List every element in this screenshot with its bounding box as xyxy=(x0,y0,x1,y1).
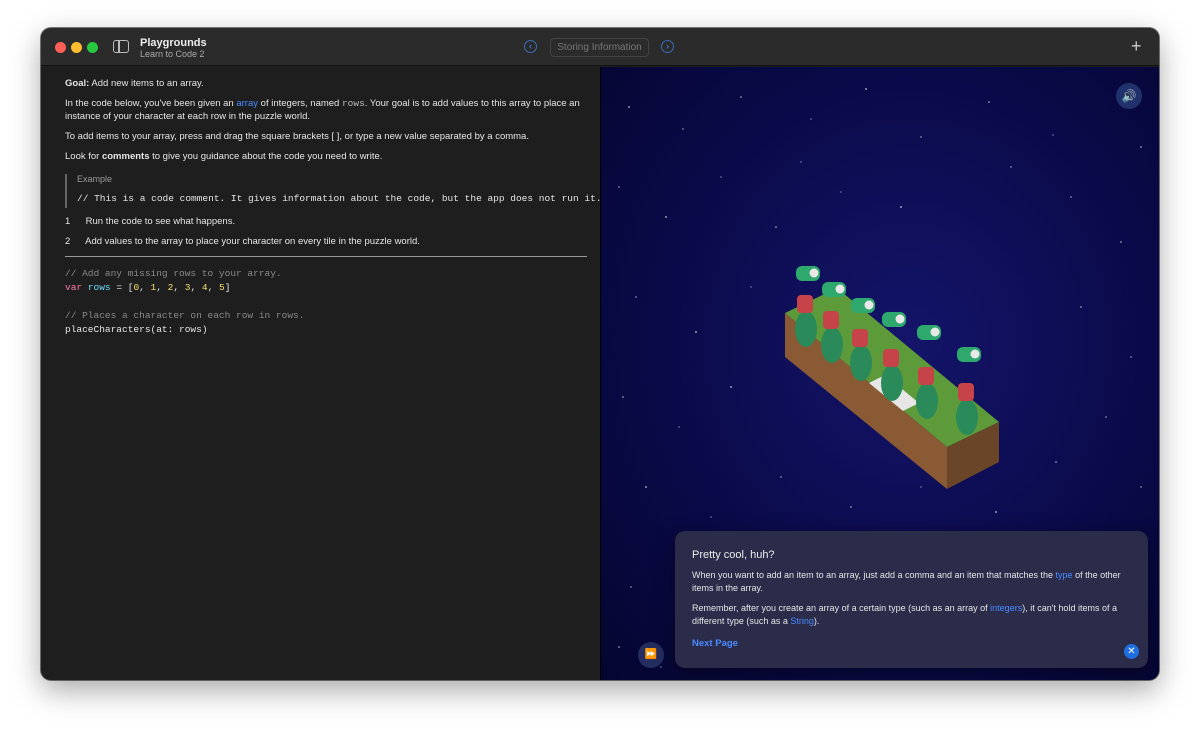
minimize-window-button[interactable] xyxy=(71,42,82,53)
close-icon[interactable]: ✕ xyxy=(1124,644,1139,659)
live-view-pane[interactable]: 🔊 ⏩ Pretty cool, huh? When you want to a… xyxy=(600,67,1159,680)
code-bracket[interactable]: ] xyxy=(225,282,231,293)
p1-text-c: . Your goal is to add values to this arr… xyxy=(364,98,580,109)
chevron-left-icon[interactable]: ‹ xyxy=(524,40,537,53)
card-p2-text-a: Remember, after you create an array of a… xyxy=(692,603,988,613)
example-label: Example xyxy=(77,174,113,184)
app-subtitle: Learn to Code 2 xyxy=(140,49,205,59)
integers-link[interactable]: integers xyxy=(990,603,1022,613)
rows-code: rows xyxy=(341,98,365,109)
example-block: Example // This is a code comment. It gi… xyxy=(65,174,602,208)
code-assign: = [ xyxy=(110,282,134,293)
card-p2-text-c: ). xyxy=(813,616,820,626)
step-number: 2 xyxy=(65,236,71,247)
playgrounds-window: Playgrounds Learn to Code 2 ‹ Storing In… xyxy=(41,28,1159,680)
step-number: 1 xyxy=(65,216,71,227)
speaker-icon[interactable]: 🔊 xyxy=(1116,83,1142,109)
step-2: 2 Add values to the array to place your … xyxy=(65,236,420,247)
next-page-link[interactable]: Next Page xyxy=(692,638,738,649)
step-text: Add values to the array to place your ch… xyxy=(85,236,420,247)
instruction-paragraph-1: In the code below, you've been given an … xyxy=(65,97,585,123)
titlebar: Playgrounds Learn to Code 2 ‹ Storing In… xyxy=(41,28,1159,66)
card-p1-text-a: When you want to add an item to an array… xyxy=(692,570,1054,580)
page-title[interactable]: Storing Information xyxy=(550,38,649,57)
array-link[interactable]: array xyxy=(236,98,258,109)
card-paragraph-1: When you want to add an item to an array… xyxy=(692,569,1137,595)
sidebar-toggle-icon[interactable] xyxy=(113,40,129,53)
instructions-pane: Goal: Add new items to an array. In the … xyxy=(41,67,602,680)
code-comment-1[interactable]: // Add any missing rows to your array. xyxy=(65,268,282,279)
example-code: // This is a code comment. It gives info… xyxy=(77,193,602,204)
card-title: Pretty cool, huh? xyxy=(692,549,775,561)
card-paragraph-2: Remember, after you create an array of a… xyxy=(692,602,1137,628)
code-comment-2[interactable]: // Places a character on each row in row… xyxy=(65,310,304,321)
step-1: 1 Run the code to see what happens. xyxy=(65,216,235,227)
code-keyword: var xyxy=(65,282,83,293)
p1-text-d: instance of your character at each row i… xyxy=(65,111,311,122)
feedback-card: Pretty cool, huh? When you want to add a… xyxy=(675,531,1148,668)
p1-text-b: of integers, named xyxy=(260,98,340,109)
code-call-line[interactable]: placeCharacters(at: rows) xyxy=(65,324,208,335)
chevron-right-icon[interactable]: › xyxy=(661,40,674,53)
p3-text-b: to give you guidance about the code you … xyxy=(152,151,383,162)
fast-forward-icon[interactable]: ⏩ xyxy=(638,642,664,668)
zoom-window-button[interactable] xyxy=(87,42,98,53)
code-variable: rows xyxy=(87,282,111,293)
string-link[interactable]: String xyxy=(790,616,814,626)
plus-icon[interactable]: + xyxy=(1131,36,1142,56)
instruction-paragraph-2: To add items to your array, press and dr… xyxy=(65,131,529,142)
comments-bold: comments xyxy=(101,151,150,162)
goal-value: Add new items to an array. xyxy=(91,78,204,89)
goal-text: Goal: Add new items to an array. xyxy=(65,77,585,90)
p3-text-a: Look for xyxy=(65,151,100,162)
code-array-line[interactable]: var rows = [0, 1, 2, 3, 4, 5] xyxy=(65,282,230,293)
p1-text-a: In the code below, you've been given an xyxy=(65,98,234,109)
app-title: Playgrounds xyxy=(140,37,207,49)
instruction-paragraph-3: Look for comments to give you guidance a… xyxy=(65,150,585,163)
goal-label: Goal: xyxy=(65,78,90,89)
divider xyxy=(65,256,587,257)
step-text: Run the code to see what happens. xyxy=(85,216,236,227)
character[interactable] xyxy=(956,347,981,435)
close-window-button[interactable] xyxy=(55,42,66,53)
type-link[interactable]: type xyxy=(1056,570,1073,580)
